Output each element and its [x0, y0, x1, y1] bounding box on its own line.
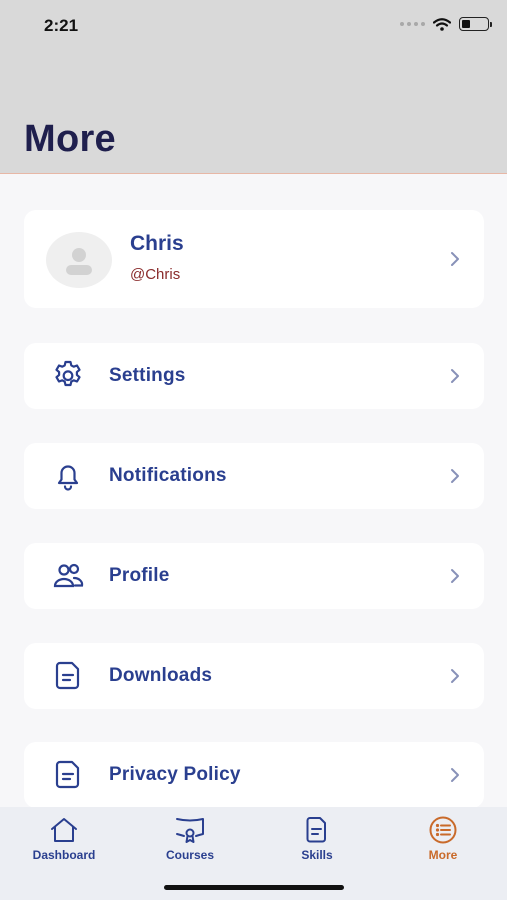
tab-label: More: [428, 848, 458, 862]
document-icon: [306, 817, 326, 843]
home-icon: [51, 818, 77, 842]
tab-more[interactable]: More: [388, 815, 498, 862]
menu-item-downloads[interactable]: Downloads: [24, 643, 484, 709]
page-title: More: [24, 118, 116, 160]
signal-dots-icon: [400, 22, 425, 26]
chevron-right-icon: [451, 469, 459, 483]
certificate-icon: [176, 818, 204, 843]
header: 2:21 More: [0, 0, 507, 174]
user-handle: @Chris: [130, 266, 181, 283]
tab-label: Courses: [165, 848, 215, 862]
avatar-placeholder-icon: [66, 248, 92, 275]
bell-icon: [57, 465, 79, 491]
chevron-right-icon: [451, 569, 459, 583]
chevron-right-icon: [451, 669, 459, 683]
menu-item-label: Downloads: [109, 665, 213, 686]
tab-skills[interactable]: Skills: [262, 815, 372, 862]
menu-item-settings[interactable]: Settings: [24, 343, 484, 409]
battery-icon: [459, 17, 492, 31]
menu-item-profile[interactable]: Profile: [24, 543, 484, 609]
status-time: 2:21: [44, 16, 79, 35]
tab-courses[interactable]: Courses: [135, 815, 245, 862]
chevron-right-icon: [451, 768, 459, 782]
tab-label: Dashboard: [32, 848, 96, 862]
chevron-right-icon: [451, 369, 459, 383]
menu-item-label: Profile: [109, 565, 170, 586]
tab-dashboard[interactable]: Dashboard: [9, 815, 119, 862]
document-icon: [55, 760, 80, 789]
menu-item-label: Settings: [109, 365, 186, 386]
chevron-right-icon: [451, 252, 459, 266]
home-indicator: [164, 885, 344, 890]
tab-label: Skills: [301, 848, 333, 862]
menu-item-notifications[interactable]: Notifications: [24, 443, 484, 509]
profile-card[interactable]: Chris @Chris: [24, 210, 484, 308]
menu-item-privacy-policy[interactable]: Privacy Policy: [24, 742, 484, 808]
users-icon: [53, 563, 84, 588]
wifi-icon: [433, 17, 451, 31]
status-indicators: [400, 17, 492, 31]
menu-item-label: Notifications: [109, 465, 227, 486]
avatar: [46, 232, 112, 288]
gear-icon: [55, 360, 81, 387]
menu-item-label: Privacy Policy: [109, 764, 241, 785]
user-name: Chris: [130, 232, 184, 255]
list-icon: [429, 816, 457, 844]
document-icon: [55, 661, 80, 690]
